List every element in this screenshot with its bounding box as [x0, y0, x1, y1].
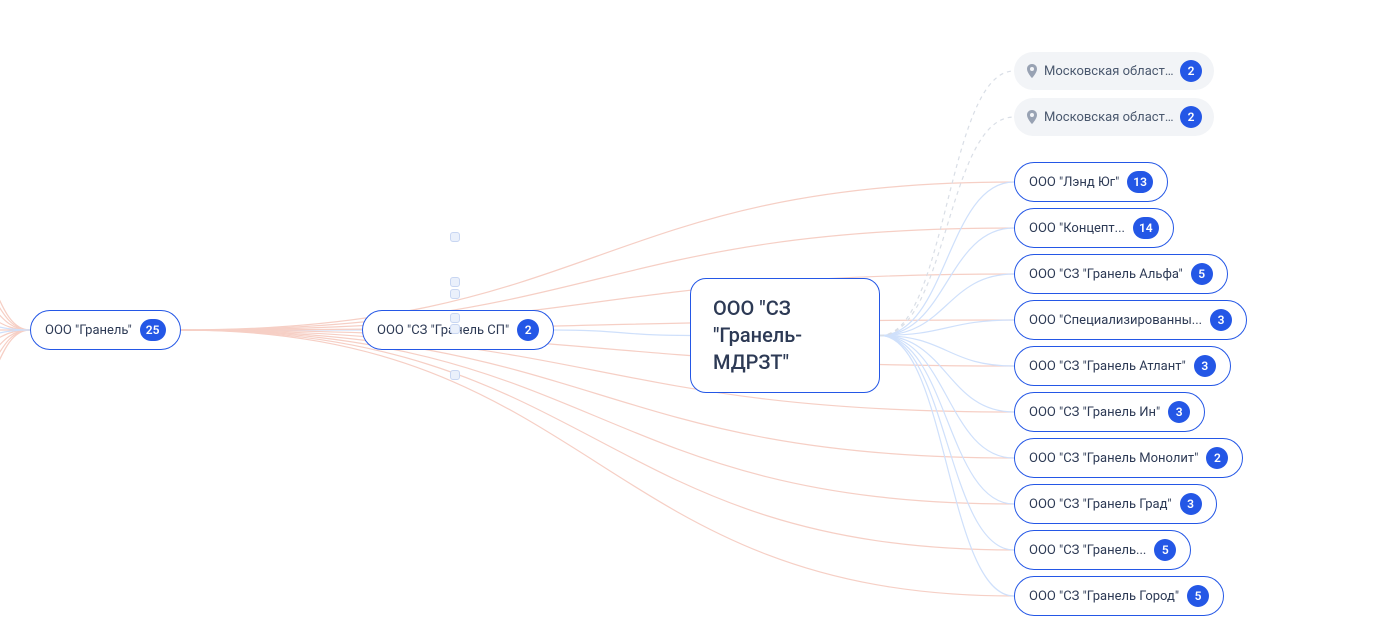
- child-node[interactable]: ООО "Концепт... 14: [1014, 208, 1174, 248]
- node-label: ООО "СЗ "Гранель СП": [377, 323, 509, 338]
- count-badge: 2: [1206, 447, 1228, 469]
- node-label: ООО "СЗ "Гранель Альфа": [1029, 267, 1183, 282]
- count-badge: 5: [1154, 539, 1176, 561]
- count-badge: 25: [140, 319, 166, 341]
- child-node[interactable]: ООО "СЗ "Гранель Альфа" 5: [1014, 254, 1228, 294]
- child-node[interactable]: ООО "СЗ "Гранель Град" 3: [1014, 484, 1217, 524]
- location-chip[interactable]: Московская область,... 2: [1014, 98, 1214, 136]
- count-badge: 13: [1127, 171, 1153, 193]
- child-node[interactable]: ООО "СЗ "Гранель Монолит" 2: [1014, 438, 1243, 478]
- node-label: ООО "СЗ "Гранель Город": [1029, 589, 1179, 604]
- child-node[interactable]: ООО "СЗ "Гранель Ин" 3: [1014, 392, 1205, 432]
- chip-label: Московская область, г...: [1044, 64, 1174, 79]
- child-node[interactable]: ООО "СЗ "Гранель... 5: [1014, 530, 1191, 570]
- count-badge: 2: [1180, 60, 1202, 82]
- node-label: ООО "СЗ "Гранель Ин": [1029, 405, 1160, 420]
- edge-marker: [450, 277, 460, 287]
- pin-icon: [1026, 110, 1038, 124]
- node-label: ООО "СЗ "Гранель-МДРЗТ": [713, 295, 857, 376]
- count-badge: 3: [1194, 355, 1216, 377]
- node-label: ООО "СЗ "Гранель Град": [1029, 497, 1172, 512]
- child-node[interactable]: ООО "Лэнд Юг" 13: [1014, 162, 1168, 202]
- pin-icon: [1026, 64, 1038, 78]
- child-node[interactable]: ООО "Специализированны... 3: [1014, 300, 1247, 340]
- child-node[interactable]: ООО "СЗ "Гранель Город" 5: [1014, 576, 1224, 616]
- count-badge: 2: [517, 319, 539, 341]
- edge-marker: [450, 232, 460, 242]
- node-label: ООО "Лэнд Юг": [1029, 175, 1119, 190]
- chip-label: Московская область,...: [1044, 110, 1174, 125]
- count-badge: 14: [1133, 217, 1159, 239]
- node-label: ООО "Специализированны...: [1029, 313, 1202, 328]
- count-badge: 5: [1191, 263, 1213, 285]
- graph-canvas: ООО "Гранель" 25 ООО "СЗ "Гранель СП" 2 …: [0, 0, 1381, 643]
- edge-marker: [450, 370, 460, 380]
- node-center: ООО "СЗ "Гранель-МДРЗТ": [690, 278, 880, 393]
- node-label: ООО "Концепт...: [1029, 221, 1125, 236]
- node-label: ООО "СЗ "Гранель Монолит": [1029, 451, 1198, 466]
- child-node[interactable]: ООО "СЗ "Гранель Атлант" 3: [1014, 346, 1231, 386]
- node-label: ООО "СЗ "Гранель Атлант": [1029, 359, 1186, 374]
- count-badge: 2: [1180, 106, 1202, 128]
- count-badge: 5: [1187, 585, 1209, 607]
- location-chip[interactable]: Московская область, г... 2: [1014, 52, 1214, 90]
- node-root[interactable]: ООО "Гранель" 25: [30, 310, 181, 350]
- count-badge: 3: [1180, 493, 1202, 515]
- node-label: ООО "СЗ "Гранель...: [1029, 543, 1146, 558]
- count-badge: 3: [1168, 401, 1190, 423]
- node-label: ООО "Гранель": [45, 323, 132, 338]
- edge-marker: [450, 289, 460, 299]
- count-badge: 3: [1210, 309, 1232, 331]
- node-mid[interactable]: ООО "СЗ "Гранель СП" 2: [362, 310, 554, 350]
